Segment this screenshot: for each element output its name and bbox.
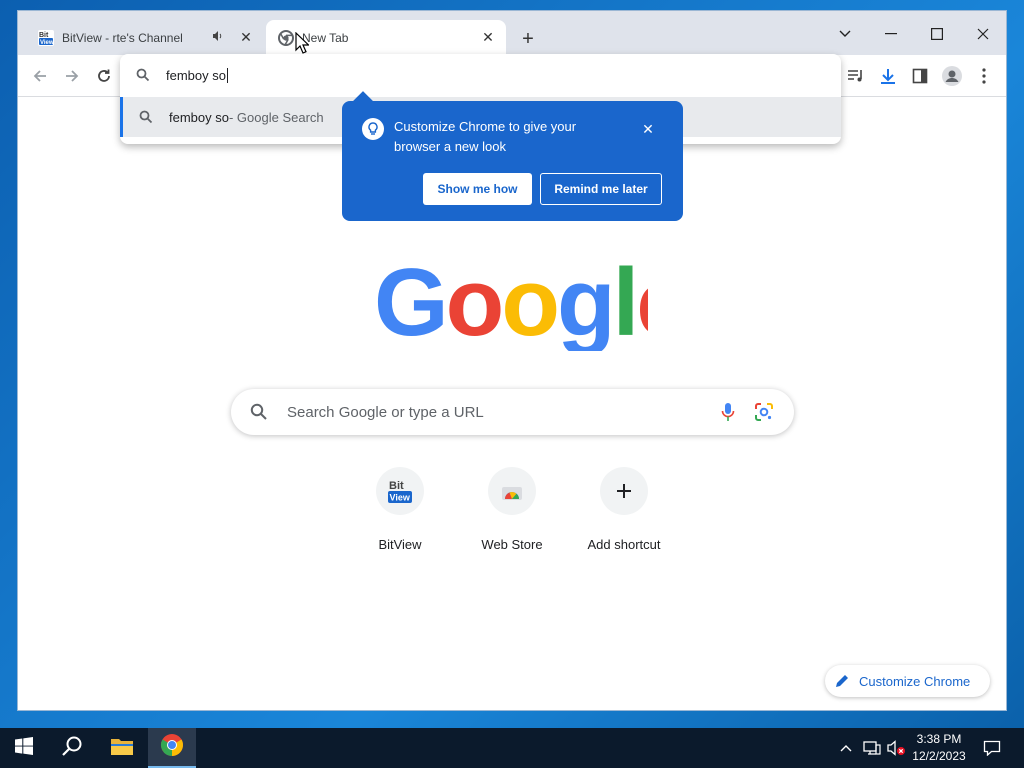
ntp-search-box[interactable]: Search Google or type a URL xyxy=(231,389,794,435)
menu-kebab-icon[interactable] xyxy=(973,65,995,87)
back-button[interactable] xyxy=(27,63,53,89)
suggestion-query: femboy so xyxy=(169,109,229,125)
search-icon xyxy=(120,68,166,82)
new-tab-button[interactable]: + xyxy=(516,27,540,51)
tab-strip: Bit View BitView - rte's Channel ✕ New Ta… xyxy=(18,11,1006,55)
svg-text:Google: Google xyxy=(374,251,648,351)
microphone-icon[interactable] xyxy=(710,402,746,422)
customize-chrome-promo: Customize Chrome to give your browser a … xyxy=(342,91,683,221)
shortcut-bitview[interactable]: Bit View BitView xyxy=(344,467,456,552)
chrome-icon xyxy=(278,29,294,46)
tray-overflow-icon[interactable] xyxy=(837,728,855,768)
mouse-cursor-icon xyxy=(295,31,310,59)
bitview-icon: Bit View xyxy=(38,29,54,46)
tab-bitview[interactable]: Bit View BitView - rte's Channel ✕ xyxy=(32,20,264,55)
tab-title: New Tab xyxy=(302,30,349,45)
webstore-icon xyxy=(488,467,536,515)
taskbar-search-button[interactable] xyxy=(48,728,96,768)
omnibox-input[interactable]: femboy so xyxy=(120,55,841,95)
lightbulb-icon xyxy=(362,118,384,140)
speaker-icon[interactable] xyxy=(210,30,226,45)
taskbar-file-explorer[interactable] xyxy=(98,728,146,768)
pencil-icon xyxy=(825,674,859,688)
add-shortcut-button[interactable]: Add shortcut xyxy=(568,467,680,552)
media-controls-icon[interactable] xyxy=(845,65,867,87)
bitview-icon: Bit View xyxy=(376,467,424,515)
tab-search-icon[interactable] xyxy=(830,19,860,49)
shortcut-label: BitView xyxy=(378,537,422,552)
customize-label: Customize Chrome xyxy=(859,673,971,689)
close-tab-icon[interactable]: ✕ xyxy=(236,28,256,48)
minimize-button[interactable] xyxy=(876,19,906,49)
text-caret xyxy=(226,67,228,83)
chrome-window: Bit View BitView - rte's Channel ✕ New Ta… xyxy=(17,10,1007,711)
close-window-button[interactable] xyxy=(968,19,998,49)
taskbar-chrome[interactable] xyxy=(148,728,196,768)
search-icon xyxy=(61,735,83,762)
side-panel-icon[interactable] xyxy=(909,65,931,87)
maximize-button[interactable] xyxy=(922,19,952,49)
search-placeholder: Search Google or type a URL xyxy=(287,403,484,421)
svg-text:Bit: Bit xyxy=(389,480,404,492)
plus-icon xyxy=(600,467,648,515)
shortcut-label: Add shortcut xyxy=(587,537,661,552)
chrome-icon xyxy=(160,733,184,762)
search-icon xyxy=(123,110,169,124)
tab-title: BitView - rte's Channel xyxy=(62,30,183,45)
suggestion-suffix: - Google Search xyxy=(228,109,324,125)
google-logo: Google xyxy=(374,249,690,356)
close-icon[interactable]: ✕ xyxy=(638,119,658,139)
customize-chrome-button[interactable]: Customize Chrome xyxy=(825,665,990,697)
start-button[interactable] xyxy=(0,728,48,768)
volume-muted-icon[interactable] xyxy=(884,728,908,768)
show-me-how-button[interactable]: Show me how xyxy=(423,173,532,205)
clock-time: 3:38 PM xyxy=(916,732,962,746)
google-lens-icon[interactable] xyxy=(746,402,782,422)
promo-text: Customize Chrome to give your browser a … xyxy=(394,119,577,154)
search-icon xyxy=(231,403,287,421)
shortcut-web-store[interactable]: Web Store xyxy=(456,467,568,552)
svg-text:View: View xyxy=(390,493,411,503)
profile-avatar-icon[interactable] xyxy=(941,65,963,87)
taskbar: 3:38 PM 12/2/2023 xyxy=(0,728,1024,768)
omnibox-value: femboy so xyxy=(166,67,226,83)
svg-text:Bit: Bit xyxy=(39,32,49,39)
folder-icon xyxy=(110,736,134,761)
download-icon[interactable] xyxy=(877,65,899,87)
notifications-icon[interactable] xyxy=(978,728,1006,768)
clock-date: 12/2/2023 xyxy=(912,749,966,763)
remind-me-later-button[interactable]: Remind me later xyxy=(540,173,662,205)
reload-button[interactable] xyxy=(91,63,117,89)
shortcut-label: Web Store xyxy=(481,537,543,552)
windows-logo-icon xyxy=(15,736,33,760)
taskbar-clock[interactable]: 3:38 PM 12/2/2023 xyxy=(908,731,970,765)
network-icon[interactable] xyxy=(860,728,884,768)
close-tab-icon[interactable]: ✕ xyxy=(478,28,498,48)
forward-button[interactable] xyxy=(59,63,85,89)
svg-text:View: View xyxy=(40,40,54,46)
